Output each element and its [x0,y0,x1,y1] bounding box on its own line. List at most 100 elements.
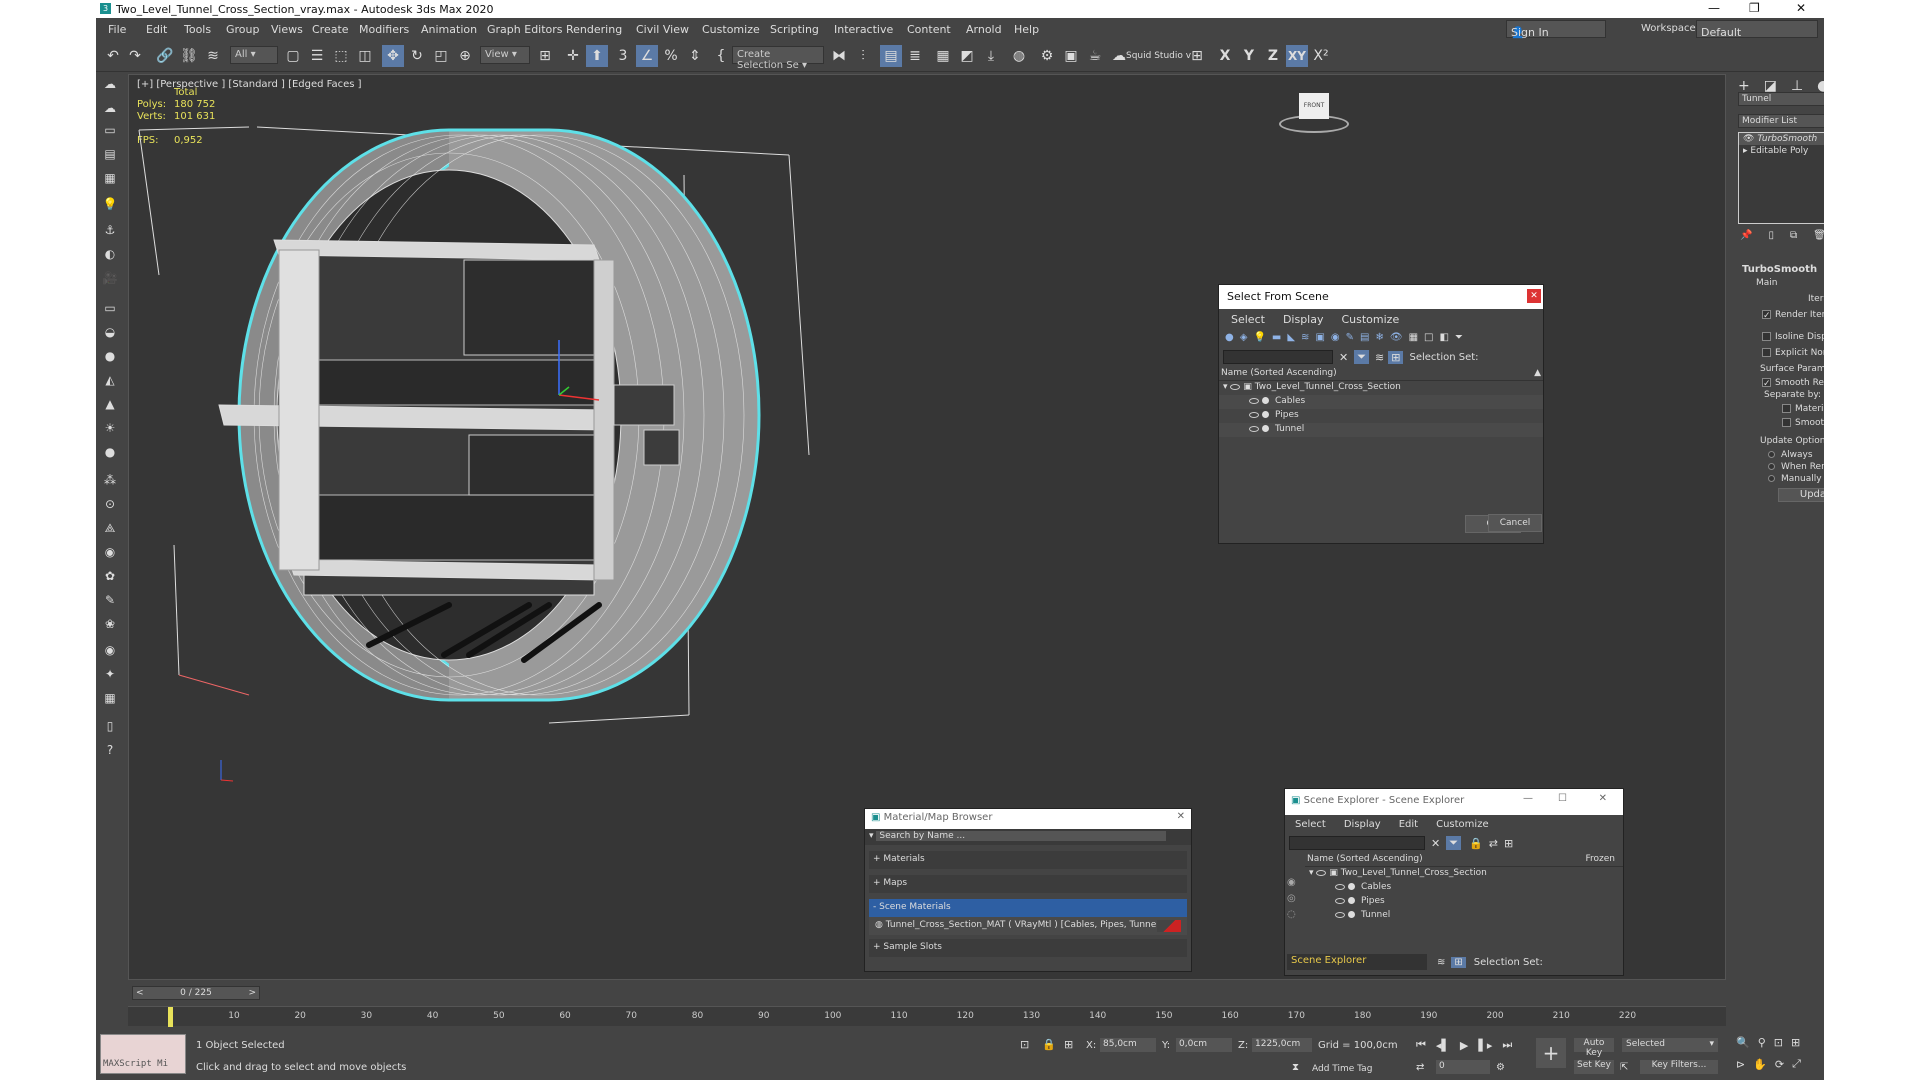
create-icon-3[interactable]: ▭ [100,120,120,140]
make-unique-icon[interactable]: ⧉ [1790,230,1797,241]
eye-icon[interactable] [1249,411,1259,418]
set-key-button[interactable]: Set Key [1574,1060,1614,1074]
axis-x-button[interactable]: X [1214,45,1236,67]
create-icon-7[interactable]: ⚓ [100,220,120,240]
zoom-extents-all-icon[interactable]: ⊞ [1791,1036,1800,1049]
pivot-icon[interactable]: ⊞ [534,45,556,67]
select-by-name-icon[interactable]: ☰ [306,45,328,67]
menu-modifiers[interactable]: Modifiers [359,23,409,36]
key-mode-toggle-icon[interactable]: ⇱ [1620,1062,1628,1073]
scene-explorer-close[interactable]: ✕ [1599,793,1607,804]
eye-icon[interactable] [1335,897,1345,904]
dialog-menu-customize[interactable]: Customize [1341,313,1399,326]
se-clear-search-icon[interactable]: ✕ [1431,837,1440,850]
render-dot-icon[interactable] [1348,911,1355,918]
modifier-list-dropdown[interactable]: Modifier List [1738,114,1824,128]
plane-icon[interactable]: ▭ [100,298,120,318]
menu-create[interactable]: Create [312,23,349,36]
grid-object-icon[interactable]: ▦ [100,688,120,708]
auto-key-button[interactable]: Auto Key [1574,1038,1614,1058]
maxscript-listener[interactable]: MAXScript Mi [100,1034,186,1074]
smoothing-groups-check[interactable] [1782,418,1791,427]
tree-row-tunnel[interactable]: Tunnel [1219,423,1543,437]
menu-scripting[interactable]: Scripting [770,23,819,36]
time-cursor[interactable] [168,1007,173,1027]
filter-hidden-icon[interactable]: 👁 [1390,332,1403,343]
se-lock-icon[interactable]: 🔒 [1469,837,1483,850]
axis-constraint-icon[interactable]: X² [1310,45,1332,67]
render-iters-check[interactable]: ✓ [1762,310,1771,321]
stack-item-turbosmooth[interactable]: 👁 TurboSmooth [1739,133,1824,145]
time-tag-icon[interactable]: ⧗ [1292,1062,1299,1073]
filter-xrefs-icon[interactable]: ◉ [1331,332,1340,343]
stack-item-editable-poly[interactable]: ▸ Editable Poly [1739,145,1824,157]
group-scene-materials[interactable]: - Scene Materials [869,899,1187,917]
filter-toggle-icon[interactable]: ⏷ [1354,350,1370,364]
filter-shapes-icon[interactable]: ◈ [1240,332,1248,343]
filter-helpers-icon[interactable]: ◣ [1287,332,1295,343]
se-menu-customize[interactable]: Customize [1436,819,1489,830]
filter-groups-icon[interactable]: ▣ [1315,332,1324,343]
globe-icon[interactable]: ◉ [100,542,120,562]
eye-icon[interactable] [1230,383,1241,390]
hemisphere-icon[interactable]: ◒ [100,322,120,342]
eye-icon[interactable] [1249,425,1259,432]
clear-search-icon[interactable]: ✕ [1339,351,1348,364]
maximize-viewport-icon[interactable]: ⤢ [1792,1057,1801,1071]
dialog-search-input[interactable] [1223,350,1333,364]
create-icon-1[interactable]: ☁ [100,74,120,94]
dialog-close-button[interactable]: ✕ [1527,289,1541,303]
sphere-blue-icon[interactable]: ◉ [100,640,120,660]
zoom-extents-icon[interactable]: ⊡ [1774,1036,1783,1049]
select-object-icon[interactable]: ▢ [282,45,304,67]
fur-icon[interactable]: ❀ [100,614,120,634]
angle-snap-icon[interactable]: ∠ [636,45,658,67]
menu-interactive[interactable]: Interactive [834,23,893,36]
browser-search-input[interactable]: Search by Name ... [876,831,1167,841]
cone-icon[interactable]: ▲ [100,394,120,414]
when-rendering-radio-dot[interactable] [1768,463,1775,470]
maximize-button[interactable]: ❐ [1749,1,1760,15]
helper-icon[interactable]: ▯ [100,716,120,736]
toggle-ribbon-icon[interactable]: ▦ [932,45,954,67]
menu-animation[interactable]: Animation [421,23,477,36]
isoline-checkbox[interactable]: Isoline Display [1762,332,1824,342]
explicit-normals-checkbox[interactable]: Explicit Normals [1762,348,1824,358]
se-row-pipes[interactable]: Pipes [1305,895,1623,909]
edit-named-sets-icon[interactable]: { [710,45,732,67]
update-button[interactable]: Update [1778,488,1824,502]
lamp-icon[interactable]: ◭ [100,370,120,390]
render-iters-checkbox[interactable]: ✓ Render Iters: [1762,310,1824,321]
eye-icon[interactable] [1335,911,1345,918]
menu-civil-view[interactable]: Civil View [636,23,689,36]
create-icon-8[interactable]: ◐ [100,244,120,264]
spinner-snap-icon[interactable]: ⇕ [684,45,706,67]
se-explorer-dropdown[interactable]: Scene Explorer [1287,954,1427,970]
render-icon[interactable]: ☕ [1084,45,1106,67]
dialog-menu-display[interactable]: Display [1283,313,1324,326]
absolute-mode-icon[interactable]: ⊞ [1064,1038,1073,1051]
rotate-icon[interactable]: ↻ [406,45,428,67]
materials-checkbox[interactable]: Materials [1782,404,1824,414]
group-maps[interactable]: + Maps [869,875,1187,893]
zoom-all-icon[interactable]: ⚲ [1758,1036,1766,1049]
key-selection-dropdown[interactable]: Selected ▾ [1622,1038,1718,1052]
se-side-icon-1[interactable]: ◉ [1287,875,1303,891]
align-icon[interactable]: ⫶ [852,45,874,67]
always-radio-dot[interactable] [1768,451,1775,458]
lightbulb-icon[interactable]: 💡 [100,194,120,214]
menu-arnold[interactable]: Arnold [966,23,1002,36]
pan-icon[interactable]: ✋ [1753,1058,1767,1071]
axis-z-button[interactable]: Z [1262,45,1284,67]
rollout-title[interactable]: TurboSmooth [1738,262,1824,277]
se-filter-icon[interactable]: ⏷ [1446,836,1462,850]
se-side-icon-2[interactable]: ◎ [1287,891,1303,907]
tree-row-pipes[interactable]: Pipes [1219,409,1543,423]
se-sync-icon[interactable]: ⇄ [1489,837,1498,850]
pin-stack-icon[interactable]: 📌 [1740,230,1752,241]
add-time-tag[interactable]: Add Time Tag [1312,1064,1372,1074]
place-icon[interactable]: ⊕ [454,45,476,67]
menu-tools[interactable]: Tools [184,23,211,36]
manually-radio-dot[interactable] [1768,475,1775,482]
dope-sheet-icon[interactable]: ⤓ [980,45,1002,67]
